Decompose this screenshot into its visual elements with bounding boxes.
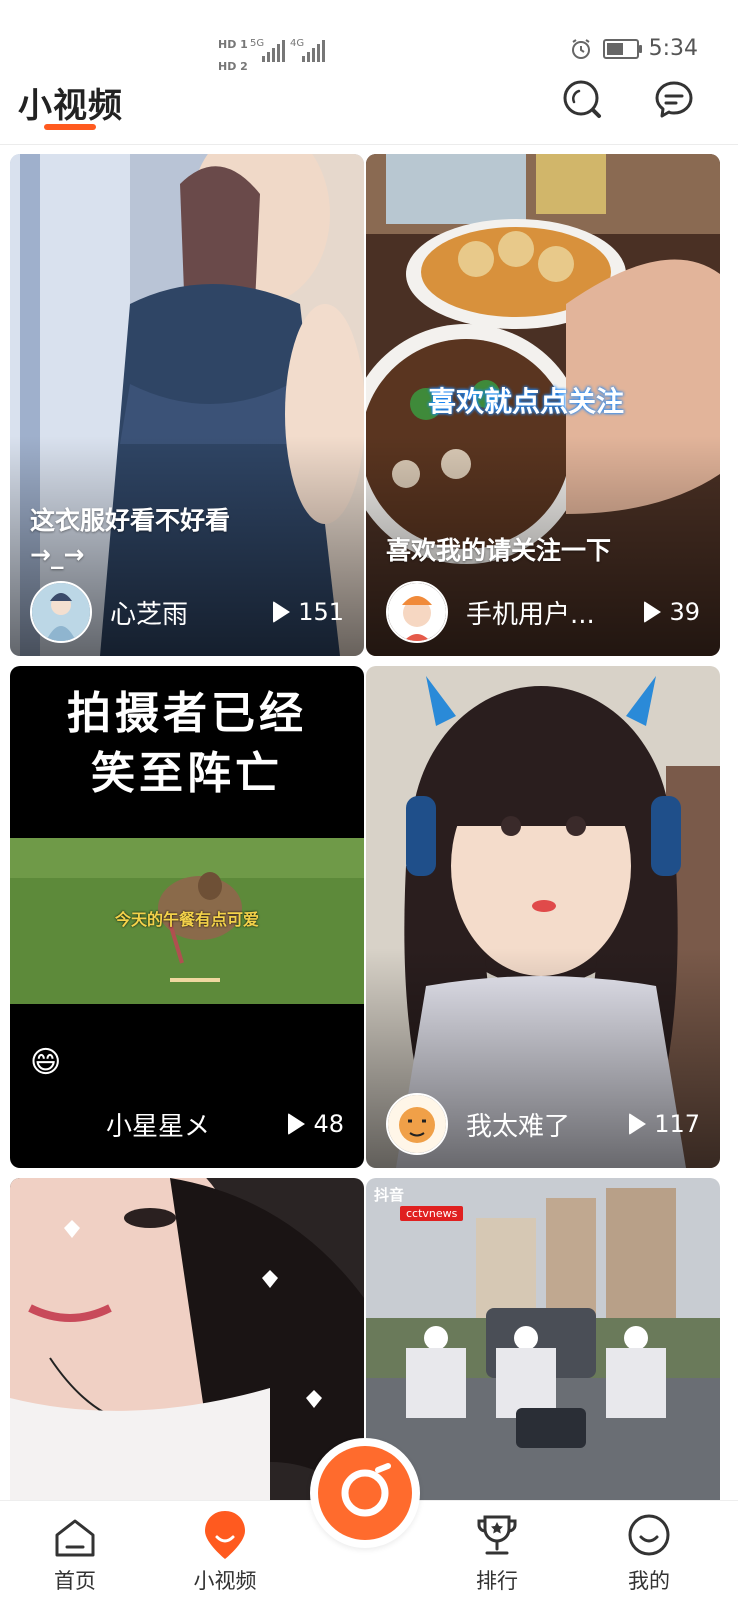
play-count: 117: [629, 1110, 700, 1138]
video-caption: 喜欢我的请关注一下: [386, 536, 612, 565]
video-caption: 这衣服好看不好看 →_→: [30, 506, 231, 569]
video-card[interactable]: 我太难了 117: [366, 666, 720, 1168]
battery-icon: [602, 38, 642, 59]
page-header: 小视频: [0, 78, 738, 145]
video-card[interactable]: 这衣服好看不好看 →_→ 心芝雨 151: [10, 154, 364, 656]
card-meta: 小星星メ 48: [30, 1094, 344, 1154]
video-overlay-text: 拍摄者已经 笑至阵亡: [67, 688, 307, 799]
platform-watermark: 抖音: [374, 1186, 405, 1204]
play-count-value: 39: [669, 598, 700, 626]
profile-icon: [628, 1514, 670, 1556]
nav-label: 首页: [54, 1569, 96, 1593]
app-screen: HD 1 HD 2 5G 4G 5:34 小视频 这衣服好看不好看 →_→ 心芝…: [0, 0, 738, 1600]
play-icon: [288, 1113, 306, 1135]
nav-item-profile[interactable]: 我的: [594, 1501, 704, 1600]
page-title: 小视频: [18, 86, 123, 126]
search-icon[interactable]: [560, 78, 604, 122]
video-subtitle: 今天的午餐有点可爱: [114, 910, 259, 929]
video-overlay-text: 喜欢就点点关注: [428, 385, 625, 418]
card-meta: 我太难了 117: [386, 1093, 700, 1155]
camera-capture-button[interactable]: [318, 1446, 412, 1540]
status-bar: HD 1 HD 2 5G 4G 5:34: [0, 0, 738, 78]
home-icon: [55, 1519, 95, 1557]
alarm-icon: [571, 38, 590, 59]
video-card[interactable]: 拍摄者已经 笑至阵亡 今天的午餐有点可爱 😄 小星星メ 48: [10, 666, 364, 1168]
nav-item-home[interactable]: 首页: [20, 1501, 130, 1600]
video-feed: 这衣服好看不好看 →_→ 心芝雨 151 喜欢就点点关注 喜欢我的请关注一下 手…: [0, 154, 738, 1600]
status-right: 5:34: [569, 36, 698, 61]
card-meta: 手机用户... 39: [386, 581, 700, 643]
hd-indicators: HD 1 HD 2: [218, 34, 248, 78]
video-card[interactable]: 喜欢就点点关注 喜欢我的请关注一下 手机用户... 39: [366, 154, 720, 656]
card-meta: 心芝雨 151: [30, 581, 344, 643]
author-name[interactable]: 小星星メ: [106, 1106, 288, 1143]
video-caption: 😄: [30, 1045, 62, 1080]
hd1-label: HD 1: [218, 38, 248, 51]
trophy-icon: [477, 1515, 517, 1555]
author-name[interactable]: 心芝雨: [110, 594, 273, 631]
hd2-label: HD 2: [218, 60, 248, 73]
play-count: 39: [644, 598, 700, 626]
signal-icon-2: [302, 40, 325, 62]
nav-item-short-video[interactable]: 小视频: [170, 1501, 280, 1600]
play-count: 151: [273, 598, 344, 626]
nav-item-ranking[interactable]: 排行: [442, 1501, 552, 1600]
nav-label: 排行: [476, 1569, 518, 1593]
play-icon: [629, 1113, 647, 1135]
camera-capture-icon: [341, 1463, 391, 1517]
avatar[interactable]: [30, 581, 92, 643]
play-count-value: 151: [298, 598, 344, 626]
title-active-indicator: [44, 124, 96, 130]
clock-time: 5:34: [648, 36, 698, 61]
play-count-value: 48: [313, 1110, 344, 1138]
nav-label: 小视频: [193, 1569, 257, 1593]
play-count: 48: [288, 1110, 344, 1138]
play-icon: [273, 601, 291, 623]
play-count-value: 117: [654, 1110, 700, 1138]
message-icon[interactable]: [652, 78, 696, 122]
play-icon: [644, 601, 662, 623]
nav-label: 我的: [628, 1569, 670, 1593]
signal-icon: [262, 40, 285, 62]
author-name[interactable]: 我太难了: [466, 1106, 629, 1143]
news-badge: cctvnews: [400, 1206, 464, 1221]
avatar[interactable]: [386, 581, 448, 643]
location-pin-icon: [205, 1511, 245, 1559]
author-name[interactable]: 手机用户...: [466, 594, 644, 631]
avatar[interactable]: [386, 1093, 448, 1155]
